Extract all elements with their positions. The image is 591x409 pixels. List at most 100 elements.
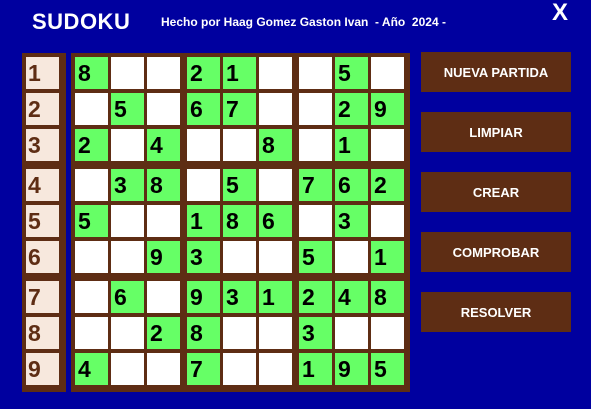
- sudoku-cell[interactable]: 7: [299, 169, 332, 201]
- sudoku-cell[interactable]: [335, 317, 368, 349]
- sudoku-cell[interactable]: 1: [335, 129, 368, 161]
- sudoku-cell[interactable]: [111, 205, 144, 237]
- check-button[interactable]: COMPROBAR: [421, 232, 571, 272]
- sudoku-cell[interactable]: 2: [335, 93, 368, 125]
- sudoku-cell[interactable]: [75, 281, 108, 313]
- sudoku-cell[interactable]: 1: [187, 205, 220, 237]
- solve-button[interactable]: RESOLVER: [421, 292, 571, 332]
- sudoku-board: 8215567292481385762518639351693124828347…: [71, 53, 410, 392]
- sudoku-cell[interactable]: [259, 353, 292, 385]
- sudoku-cell[interactable]: [371, 205, 404, 237]
- sudoku-cell[interactable]: 4: [75, 353, 108, 385]
- sudoku-cell[interactable]: 5: [371, 353, 404, 385]
- sudoku-cell[interactable]: [147, 353, 180, 385]
- sudoku-cell[interactable]: [299, 129, 332, 161]
- sudoku-cell[interactable]: [259, 93, 292, 125]
- sudoku-cell[interactable]: [187, 169, 220, 201]
- sudoku-cell[interactable]: [259, 169, 292, 201]
- sudoku-cell[interactable]: [111, 353, 144, 385]
- sudoku-cell[interactable]: 2: [371, 169, 404, 201]
- sudoku-cell[interactable]: [371, 129, 404, 161]
- sudoku-cell[interactable]: 9: [335, 353, 368, 385]
- new-game-button[interactable]: NUEVA PARTIDA: [421, 52, 571, 92]
- sudoku-cell[interactable]: 7: [223, 93, 256, 125]
- sudoku-cell[interactable]: [147, 205, 180, 237]
- sudoku-cell[interactable]: 8: [147, 169, 180, 201]
- sudoku-cell[interactable]: 5: [75, 205, 108, 237]
- sudoku-cell[interactable]: 2: [75, 129, 108, 161]
- sudoku-cell[interactable]: [147, 57, 180, 89]
- sudoku-cell[interactable]: 8: [259, 129, 292, 161]
- row-number-column: 1 2 3 4 5 6 7 8 9: [22, 53, 66, 392]
- sudoku-cell[interactable]: 3: [335, 205, 368, 237]
- sudoku-cell[interactable]: [223, 241, 256, 273]
- clear-button[interactable]: LIMPIAR: [421, 112, 571, 152]
- sudoku-cell[interactable]: 6: [187, 93, 220, 125]
- sudoku-cell[interactable]: 1: [223, 57, 256, 89]
- row-number: 7: [26, 281, 59, 313]
- sudoku-cell[interactable]: [223, 353, 256, 385]
- sudoku-cell[interactable]: 5: [299, 241, 332, 273]
- close-button[interactable]: X: [549, 0, 571, 26]
- sudoku-cell[interactable]: 8: [187, 317, 220, 349]
- sudoku-cell[interactable]: 3: [111, 169, 144, 201]
- sudoku-cell[interactable]: 4: [147, 129, 180, 161]
- sudoku-cell[interactable]: [299, 57, 332, 89]
- sudoku-cell[interactable]: 9: [187, 281, 220, 313]
- sudoku-cell[interactable]: [335, 241, 368, 273]
- sudoku-cell[interactable]: 1: [371, 241, 404, 273]
- sudoku-cell[interactable]: 3: [187, 241, 220, 273]
- sudoku-cell[interactable]: 2: [147, 317, 180, 349]
- sudoku-cell[interactable]: 8: [223, 205, 256, 237]
- sudoku-cell[interactable]: [75, 241, 108, 273]
- sudoku-cell[interactable]: 2: [299, 281, 332, 313]
- sudoku-cell[interactable]: [111, 129, 144, 161]
- sudoku-cell[interactable]: 8: [371, 281, 404, 313]
- sudoku-cell[interactable]: 8: [75, 57, 108, 89]
- sudoku-cell[interactable]: [147, 93, 180, 125]
- row-number: 4: [26, 169, 59, 201]
- sudoku-cell[interactable]: [111, 317, 144, 349]
- credits-text: Hecho por Haag Gomez Gaston Ivan - Año 2…: [161, 15, 446, 29]
- sudoku-cell[interactable]: 9: [147, 241, 180, 273]
- sudoku-cell[interactable]: 9: [371, 93, 404, 125]
- sudoku-cell[interactable]: [111, 57, 144, 89]
- sudoku-cell[interactable]: 5: [335, 57, 368, 89]
- sudoku-cell[interactable]: [299, 93, 332, 125]
- sudoku-cell[interactable]: [75, 317, 108, 349]
- row-number: 5: [26, 205, 59, 237]
- create-button[interactable]: CREAR: [421, 172, 571, 212]
- sudoku-cell[interactable]: 1: [259, 281, 292, 313]
- sudoku-cell[interactable]: 4: [335, 281, 368, 313]
- sudoku-cell[interactable]: [75, 93, 108, 125]
- sudoku-cell[interactable]: [371, 317, 404, 349]
- sudoku-cell[interactable]: 2: [187, 57, 220, 89]
- sudoku-cell[interactable]: 5: [223, 169, 256, 201]
- sudoku-cell[interactable]: [259, 57, 292, 89]
- sudoku-cell[interactable]: [259, 241, 292, 273]
- sudoku-cell[interactable]: 7: [187, 353, 220, 385]
- row-number: 3: [26, 129, 59, 161]
- sudoku-cell[interactable]: [147, 281, 180, 313]
- sudoku-cell[interactable]: [75, 169, 108, 201]
- row-number: 2: [26, 93, 59, 125]
- row-number: 9: [26, 353, 59, 385]
- sudoku-cell[interactable]: [187, 129, 220, 161]
- sudoku-cell[interactable]: [223, 317, 256, 349]
- sudoku-cell[interactable]: 1: [299, 353, 332, 385]
- row-number: 6: [26, 241, 59, 273]
- sudoku-cell[interactable]: [223, 129, 256, 161]
- sudoku-cell[interactable]: 6: [335, 169, 368, 201]
- app-title: SUDOKU: [32, 9, 131, 34]
- sudoku-cell[interactable]: [111, 241, 144, 273]
- sudoku-cell[interactable]: [259, 317, 292, 349]
- row-number: 1: [26, 57, 59, 89]
- sudoku-cell[interactable]: 5: [111, 93, 144, 125]
- sudoku-cell[interactable]: 6: [259, 205, 292, 237]
- row-number: 8: [26, 317, 59, 349]
- sudoku-cell[interactable]: [299, 205, 332, 237]
- sudoku-cell[interactable]: [371, 57, 404, 89]
- sudoku-cell[interactable]: 3: [299, 317, 332, 349]
- sudoku-cell[interactable]: 3: [223, 281, 256, 313]
- sudoku-cell[interactable]: 6: [111, 281, 144, 313]
